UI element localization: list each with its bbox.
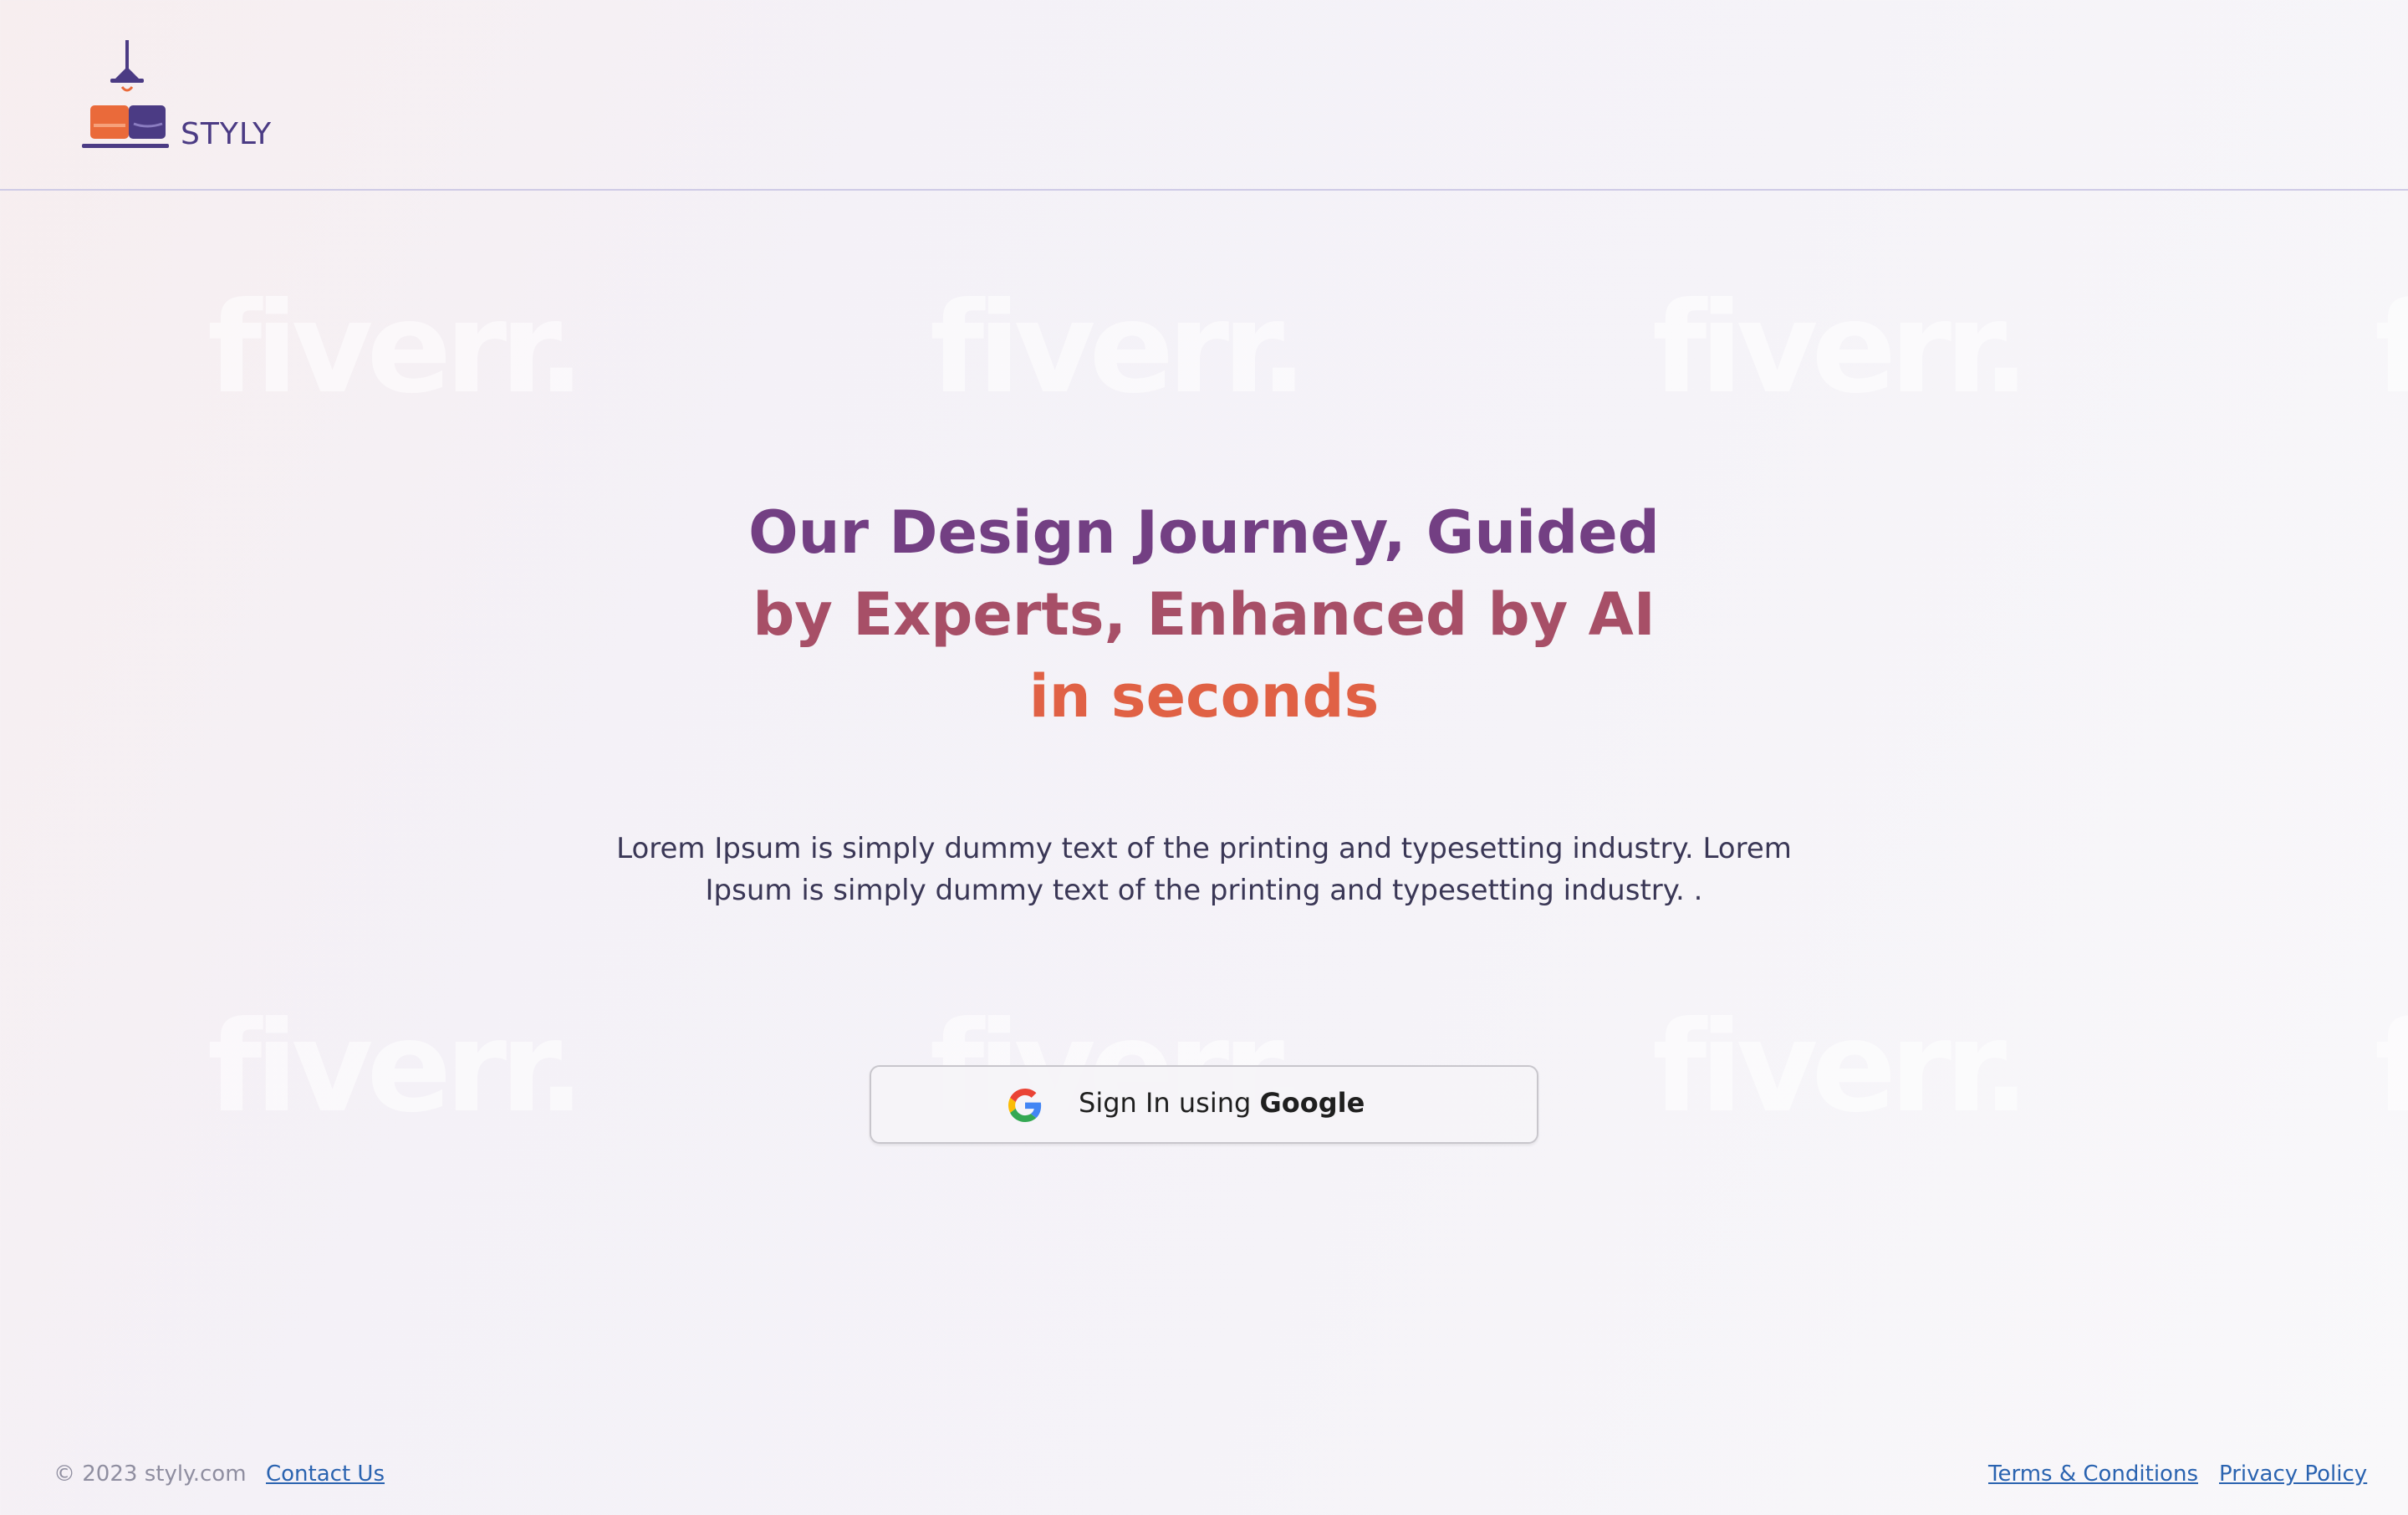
- brand-logo[interactable]: STYLY: [82, 37, 283, 154]
- privacy-policy-link[interactable]: Privacy Policy: [2219, 1461, 2367, 1487]
- google-g-icon: [1008, 1089, 1042, 1122]
- watermark: fiverr.: [2375, 995, 2408, 1140]
- hero-title-line: by Experts, Enhanced by AI: [752, 580, 1656, 649]
- hero-title-line: in seconds: [1028, 662, 1380, 731]
- watermark: fiverr.: [2375, 276, 2408, 421]
- watermark: fiverr.: [207, 276, 585, 421]
- terms-link[interactable]: Terms & Conditions: [1988, 1461, 2198, 1487]
- contact-us-link[interactable]: Contact Us: [266, 1461, 385, 1487]
- page: fiverr. fiverr. fiverr. fiverr. fiverr. …: [0, 0, 2408, 1515]
- hero-title: Our Design Journey, Guided by Experts, E…: [535, 492, 1873, 737]
- brand-name: STYLY: [181, 117, 273, 151]
- watermark: fiverr.: [207, 995, 585, 1140]
- watermark: fiverr.: [930, 276, 1308, 421]
- google-signin-label: Sign In using Google: [1079, 1087, 1365, 1119]
- site-header: STYLY: [0, 0, 2408, 191]
- watermark: fiverr.: [1652, 276, 2030, 421]
- google-signin-button[interactable]: Sign In using Google: [870, 1065, 1538, 1144]
- lamp-sofa-logo-icon: [82, 40, 169, 148]
- signin-prefix: Sign In using: [1079, 1087, 1252, 1119]
- footer-copyright: © 2023 styly.com: [54, 1461, 247, 1487]
- signin-provider: Google: [1259, 1087, 1365, 1119]
- watermark: fiverr.: [1652, 995, 2030, 1140]
- hero-description: Lorem Ipsum is simply dummy text of the …: [616, 832, 1792, 907]
- hero-title-line: Our Design Journey, Guided: [748, 498, 1660, 567]
